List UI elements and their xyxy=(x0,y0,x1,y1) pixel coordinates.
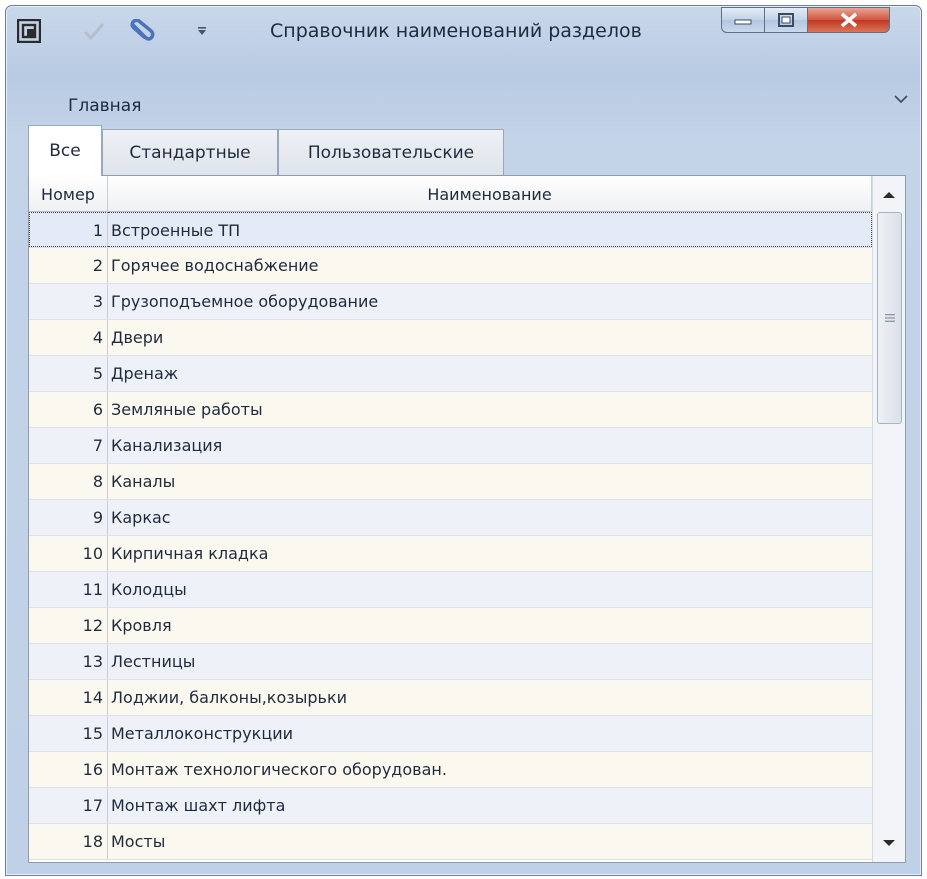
column-header-number[interactable]: Номер xyxy=(29,176,108,212)
column-header-name[interactable]: Наименование xyxy=(108,176,872,212)
tab-all[interactable]: Все xyxy=(28,125,102,176)
table-row[interactable]: 10 Кирпичная кладка xyxy=(29,536,872,572)
row-name: Колодцы xyxy=(111,580,187,599)
row-number: 14 xyxy=(29,680,108,715)
check-icon[interactable] xyxy=(82,19,106,43)
table-row[interactable]: 5 Дренаж xyxy=(29,356,872,392)
table-row[interactable]: 4 Двери xyxy=(29,320,872,356)
table-row[interactable]: 15 Металлоконструкции xyxy=(29,716,872,752)
maximize-button[interactable] xyxy=(764,7,808,33)
scroll-down-arrow-icon[interactable] xyxy=(873,828,905,858)
row-name: Дренаж xyxy=(111,364,179,383)
row-number: 6 xyxy=(29,392,108,427)
ribbon-tab-home[interactable]: Главная xyxy=(68,96,141,116)
close-button[interactable] xyxy=(807,7,890,33)
row-number: 3 xyxy=(29,284,108,319)
grip-icon xyxy=(884,314,895,322)
table-row[interactable]: 17 Монтаж шахт лифта xyxy=(29,788,872,824)
row-name: Монтаж шахт лифта xyxy=(111,796,286,815)
paperclip-icon[interactable] xyxy=(126,19,156,43)
row-name: Каналы xyxy=(111,472,176,491)
dropdown-icon[interactable] xyxy=(194,19,210,43)
table-row[interactable]: 16 Монтаж технологического оборудован. xyxy=(29,752,872,788)
row-number: 13 xyxy=(29,644,108,679)
table-row[interactable]: 1 Встроенные ТП xyxy=(29,212,872,248)
tab-user-defined[interactable]: Пользовательские xyxy=(278,129,504,175)
row-number: 17 xyxy=(29,788,108,823)
table-row[interactable]: 7 Канализация xyxy=(29,428,872,464)
table-row[interactable]: 14 Лоджии, балконы,козырьки xyxy=(29,680,872,716)
grid-header: Номер Наименование xyxy=(29,176,872,212)
grid-rows: 1 Встроенные ТП 2 Горячее водоснабжение 3Г… xyxy=(29,212,872,864)
app-icon[interactable] xyxy=(16,19,42,43)
table-row[interactable]: 18 Мосты xyxy=(29,824,872,860)
table-row[interactable]: 11 Колодцы xyxy=(29,572,872,608)
table-row[interactable]: 13 Лестницы xyxy=(29,644,872,680)
row-name: Мосты xyxy=(111,832,166,851)
row-name: Горячее водоснабжение xyxy=(111,256,319,275)
row-number: 1 xyxy=(29,212,108,247)
table-row[interactable]: 9 Каркас xyxy=(29,500,872,536)
table-row[interactable]: 2 Горячее водоснабжение xyxy=(29,248,872,284)
grid-panel: Номер Наименование 1 Встроенные ТП 2 Горяч… xyxy=(28,175,906,863)
row-name: Встроенные ТП xyxy=(108,212,872,247)
row-name: Лоджии, балконы,козырьки xyxy=(111,688,348,707)
row-name: Грузоподъемное оборудование xyxy=(111,292,379,311)
row-number: 16 xyxy=(29,752,108,787)
row-number: 10 xyxy=(29,536,108,571)
row-number: 11 xyxy=(29,572,108,607)
row-number: 15 xyxy=(29,716,108,751)
table-row[interactable]: 3 Грузоподъемное оборудование xyxy=(29,284,872,320)
row-number: 8 xyxy=(29,464,108,499)
row-name: Лестницы xyxy=(111,652,196,671)
scrollbar-thumb[interactable] xyxy=(877,212,902,424)
minimize-button[interactable] xyxy=(721,7,765,33)
row-number: 12 xyxy=(29,608,108,643)
row-number: 7 xyxy=(29,428,108,463)
row-name: Кровля xyxy=(111,616,172,635)
table-row[interactable]: 6 Земляные работы xyxy=(29,392,872,428)
row-name: Монтаж технологического оборудован. xyxy=(111,760,447,779)
tab-standard[interactable]: Стандартные xyxy=(102,129,278,175)
vertical-scrollbar[interactable] xyxy=(872,176,905,862)
row-number: 5 xyxy=(29,356,108,391)
table-row[interactable]: 12 Кровля xyxy=(29,608,872,644)
row-name: Двери xyxy=(111,328,164,347)
window-title: Справочник наименований разделов xyxy=(270,20,642,42)
title-bar[interactable]: Справочник наименований разделов xyxy=(6,6,921,52)
table-row[interactable]: 8 Каналы xyxy=(29,464,872,500)
row-number: 9 xyxy=(29,500,108,535)
ribbon-collapse-icon[interactable] xyxy=(892,92,910,108)
row-number: 2 xyxy=(29,248,108,283)
row-name: Канализация xyxy=(111,436,223,455)
row-name: Металлоконструкции xyxy=(111,724,294,743)
row-name: Земляные работы xyxy=(111,400,263,419)
row-name: Каркас xyxy=(111,508,171,527)
row-number: 4 xyxy=(29,320,108,355)
row-number: 18 xyxy=(29,824,108,859)
scroll-up-arrow-icon[interactable] xyxy=(873,180,905,210)
row-name: Кирпичная кладка xyxy=(111,544,269,563)
